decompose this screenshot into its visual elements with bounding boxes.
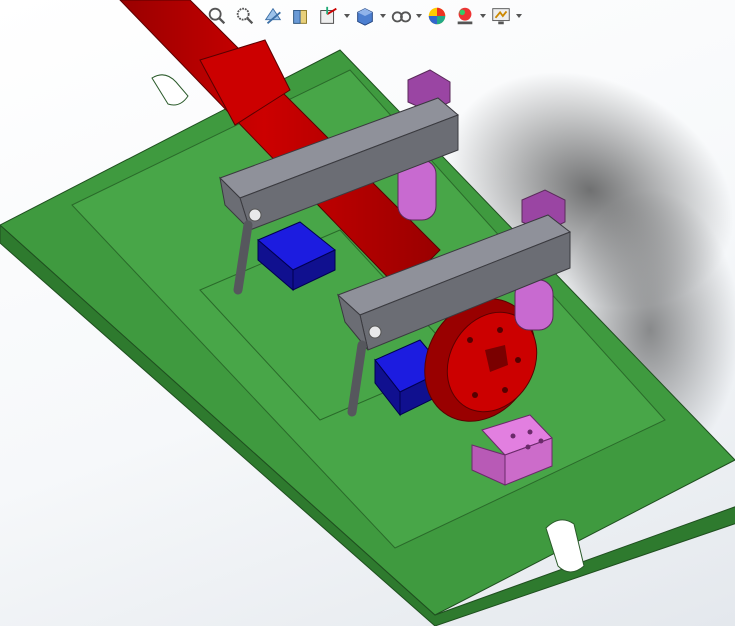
view-orientation-button[interactable] xyxy=(318,5,342,29)
shaft-hole xyxy=(472,392,478,398)
view-settings-icon xyxy=(492,8,510,25)
hide-show-items-button[interactable] xyxy=(390,5,414,29)
view-orientation-icon xyxy=(320,6,337,24)
apply-scene-icon xyxy=(457,7,473,25)
shaft-hole xyxy=(515,357,521,363)
hide-show-items-dropdown-arrow[interactable] xyxy=(416,14,422,18)
view-settings-button[interactable] xyxy=(490,5,514,29)
clamp-pivot-pin xyxy=(368,325,382,339)
previous-view-button[interactable] xyxy=(262,5,286,29)
shaft-hole xyxy=(502,387,508,393)
fixture-model[interactable] xyxy=(0,0,735,626)
shaft-hole xyxy=(467,337,473,343)
zoom-to-area-icon xyxy=(236,7,254,25)
zoom-to-fit-button[interactable] xyxy=(206,5,230,29)
edit-appearance-button[interactable] xyxy=(426,5,450,29)
display-style-dropdown-arrow[interactable] xyxy=(380,14,386,18)
heads-up-view-toolbar xyxy=(200,2,580,32)
apply-scene-dropdown-arrow[interactable] xyxy=(480,14,486,18)
view-orientation-dropdown-arrow[interactable] xyxy=(344,14,350,18)
zoom-to-area-button[interactable] xyxy=(234,5,258,29)
section-view-button[interactable] xyxy=(290,5,314,29)
shaft-hole xyxy=(497,327,503,333)
previous-view-icon xyxy=(264,7,282,25)
graphics-area[interactable] xyxy=(0,0,735,626)
clamp-pivot-pin xyxy=(248,208,262,222)
edit-appearance-icon xyxy=(428,7,446,25)
section-view-icon xyxy=(293,10,307,24)
apply-scene-button[interactable] xyxy=(454,5,478,29)
display-style-button[interactable] xyxy=(354,5,378,29)
view-settings-dropdown-arrow[interactable] xyxy=(516,14,522,18)
display-style-icon xyxy=(357,8,373,26)
mounting-slot-top xyxy=(151,74,189,106)
hide-show-items-icon xyxy=(391,11,412,23)
zoom-to-fit-icon xyxy=(208,7,226,25)
